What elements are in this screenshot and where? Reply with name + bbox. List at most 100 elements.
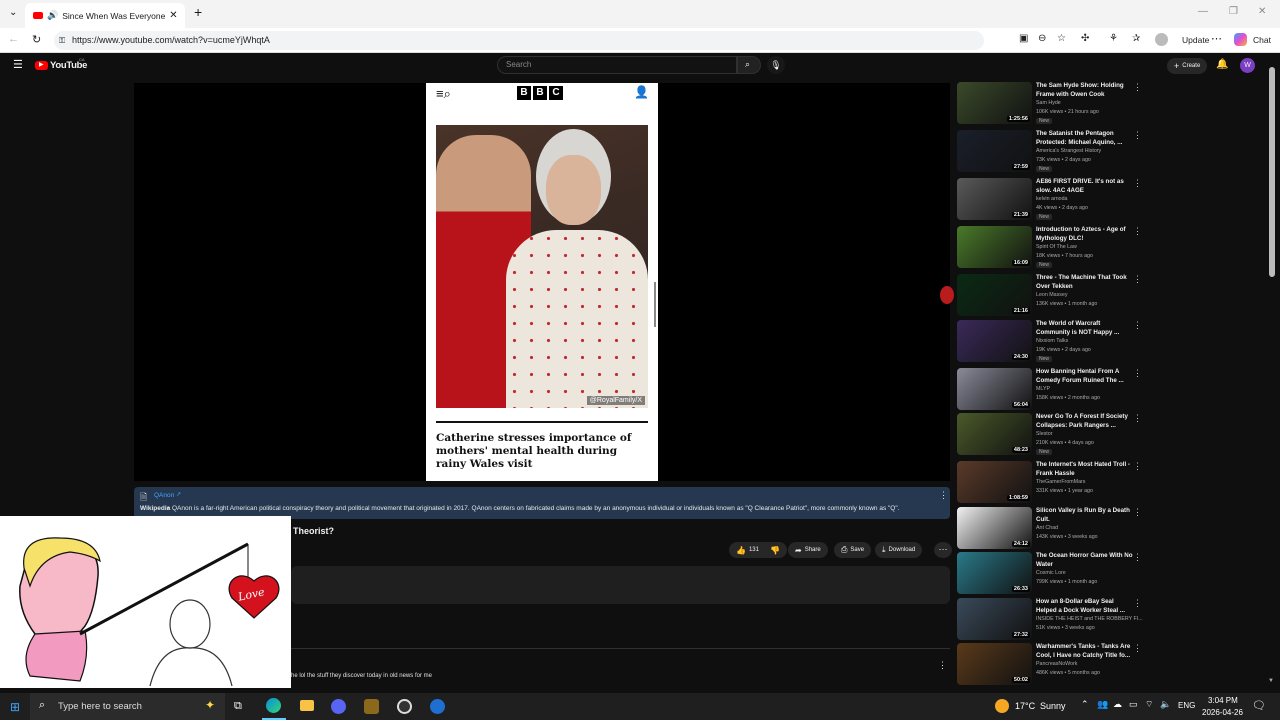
video-more-icon[interactable]: ⋮ <box>1133 274 1142 285</box>
video-thumbnail[interactable]: 56:04 <box>957 368 1032 410</box>
related-video-title[interactable]: Introduction to Aztecs - Age of Mytholog… <box>1036 226 1136 244</box>
related-video-title[interactable]: The Internet's Most Hated Troll - Frank … <box>1036 461 1136 479</box>
related-video-item[interactable]: 1:25:56 The Sam Hyde Show: Holding Frame … <box>957 82 1147 128</box>
related-video-title[interactable]: The Ocean Horror Game With No Water <box>1036 552 1136 570</box>
back-icon[interactable]: ← <box>8 33 19 45</box>
more-menu-icon[interactable]: ⋯ <box>1211 32 1222 45</box>
page-scrollbar[interactable] <box>1269 67 1275 277</box>
profile-icon[interactable] <box>1155 33 1168 46</box>
tab-list-chevron-icon[interactable]: ⌄ <box>9 7 17 18</box>
video-more-icon[interactable]: ⋮ <box>1133 82 1142 93</box>
related-video-title[interactable]: How an 8-Dollar eBay Seal Helped a Dock … <box>1036 598 1136 616</box>
video-more-icon[interactable]: ⋮ <box>1133 552 1142 563</box>
notifications-bell-icon[interactable]: 🔔 <box>1216 59 1228 70</box>
browser-essentials-icon[interactable]: ⚘ <box>1109 33 1118 44</box>
video-thumbnail[interactable]: 21:39 <box>957 178 1032 220</box>
tab-close-icon[interactable]: ✕ <box>169 10 177 21</box>
related-video-item[interactable]: 21:16 Three - The Machine That Took Over … <box>957 274 1147 320</box>
file-explorer-icon[interactable] <box>300 700 314 711</box>
save-button[interactable]: ⎙ Save <box>834 542 872 558</box>
video-thumbnail[interactable]: 27:32 <box>957 598 1032 640</box>
app-icon[interactable] <box>430 699 445 714</box>
browser-tab[interactable]: 🔊 Since When Was Everyone a C ✕ <box>25 3 185 28</box>
video-thumbnail[interactable]: 50:02 <box>957 643 1032 685</box>
zoom-icon[interactable]: ⊖ <box>1038 33 1046 44</box>
voice-search-icon[interactable]: 🎙 <box>767 56 785 74</box>
video-thumbnail[interactable]: 1:08:59 <box>957 461 1032 503</box>
related-video-item[interactable]: 50:02 Warhammer's Tanks - Tanks Are Cool,… <box>957 643 1147 689</box>
update-button[interactable]: Update <box>1182 35 1209 45</box>
wow-icon[interactable] <box>364 699 379 714</box>
video-more-icon[interactable]: ⋮ <box>1133 598 1142 609</box>
video-thumbnail[interactable]: 48:23 <box>957 413 1032 455</box>
related-video-item[interactable]: 21:39 AE86 FIRST DRIVE. It's not as slow.… <box>957 178 1147 224</box>
video-thumbnail[interactable]: 24:12 <box>957 507 1032 549</box>
related-video-item[interactable]: 27:32 How an 8-Dollar eBay Seal Helped a … <box>957 598 1147 644</box>
close-window-icon[interactable]: ✕ <box>1258 6 1266 17</box>
related-video-item[interactable]: 24:30 The World of Warcraft Community is … <box>957 320 1147 366</box>
edge-taskbar-icon[interactable] <box>262 693 286 720</box>
comment-more-icon[interactable]: ⋮ <box>938 660 947 671</box>
related-video-item[interactable]: 26:33 The Ocean Horror Game With No Water… <box>957 552 1147 598</box>
scrollbar-down-arrow-icon[interactable]: ▼ <box>1268 678 1274 684</box>
video-more-icon[interactable]: ⋮ <box>1133 130 1142 141</box>
language-indicator[interactable]: ENG <box>1178 701 1195 710</box>
related-video-item[interactable]: 24:12 Silicon Valley is Run By a Death Cu… <box>957 507 1147 553</box>
new-tab-icon[interactable]: + <box>194 4 202 20</box>
related-video-title[interactable]: Warhammer's Tanks - Tanks Are Cool, I Ha… <box>1036 643 1136 661</box>
description-box[interactable] <box>291 566 950 604</box>
temperature[interactable]: 17°C <box>1015 701 1035 711</box>
create-button[interactable]: + Create <box>1167 58 1208 74</box>
search-button[interactable]: ⌕ <box>737 56 761 74</box>
favorites-icon[interactable]: ✰ <box>1132 33 1140 44</box>
video-more-icon[interactable]: ⋮ <box>1133 507 1142 518</box>
related-video-item[interactable]: 27:59 The Satanist the Pentagon Protected… <box>957 130 1147 176</box>
copilot-icon[interactable] <box>1234 33 1247 46</box>
video-more-icon[interactable]: ⋮ <box>1133 461 1142 472</box>
related-video-item[interactable]: 16:09 Introduction to Aztecs - Age of Myt… <box>957 226 1147 272</box>
tray-network-icon[interactable]: ☁ <box>1113 699 1122 710</box>
video-more-icon[interactable]: ⋮ <box>1133 178 1142 189</box>
related-video-item[interactable]: 56:04 How Banning Hentai From A Comedy Fo… <box>957 368 1147 414</box>
video-more-icon[interactable]: ⋮ <box>1133 413 1142 424</box>
tray-display-icon[interactable]: ▭ <box>1129 699 1138 710</box>
minimize-icon[interactable]: — <box>1198 6 1208 17</box>
tray-wifi-icon[interactable]: ⌔ <box>1145 699 1153 710</box>
search-input[interactable]: Search <box>497 56 737 74</box>
video-more-icon[interactable]: ⋮ <box>1133 226 1142 237</box>
video-thumbnail[interactable]: 16:09 <box>957 226 1032 268</box>
site-info-icon[interactable]: ⚿ <box>59 31 65 50</box>
video-more-icon[interactable]: ⋮ <box>1133 643 1142 654</box>
video-more-icon[interactable]: ⋮ <box>1133 368 1142 379</box>
related-video-title[interactable]: The Sam Hyde Show: Holding Frame with Ow… <box>1036 82 1136 100</box>
account-avatar[interactable]: W <box>1240 58 1255 73</box>
split-screen-icon[interactable]: ▣ <box>1019 33 1028 44</box>
download-button[interactable]: ⤓ Download <box>875 542 923 558</box>
info-panel-more-icon[interactable]: ⋮ <box>939 490 948 501</box>
clock-time[interactable]: 3:04 PM <box>1208 696 1238 705</box>
tray-volume-icon[interactable]: 🔈 <box>1160 699 1171 710</box>
windows-start-icon[interactable]: ⊞ <box>10 700 20 714</box>
like-button[interactable]: 👍 131 <box>729 542 766 558</box>
video-thumbnail[interactable]: 1:25:56 <box>957 82 1032 124</box>
chat-button[interactable]: Chat <box>1253 35 1271 45</box>
restore-icon[interactable]: ❐ <box>1229 6 1238 17</box>
related-video-title[interactable]: AE86 FIRST DRIVE. It's not as slow. 4AC … <box>1036 178 1136 196</box>
related-video-item[interactable]: 48:23 Never Go To A Forest If Society Col… <box>957 413 1147 459</box>
task-view-icon[interactable]: ⧉ <box>234 700 242 713</box>
dislike-button[interactable]: 👎 <box>763 542 787 558</box>
tray-people-icon[interactable]: 👥 <box>1097 699 1108 710</box>
video-thumbnail[interactable]: 27:59 <box>957 130 1032 172</box>
taskbar-search-box[interactable]: ⌕ Type here to search ✦ <box>30 693 225 720</box>
video-thumbnail[interactable]: 24:30 <box>957 320 1032 362</box>
url-field[interactable]: ⚿ https://www.youtube.com/watch?v=ucmeYj… <box>54 31 984 50</box>
favorite-star-icon[interactable]: ☆ <box>1057 33 1066 44</box>
audio-playing-icon[interactable]: 🔊 <box>47 10 58 21</box>
related-video-title[interactable]: The World of Warcraft Community is NOT H… <box>1036 320 1136 338</box>
related-video-title[interactable]: How Banning Hentai From A Comedy Forum R… <box>1036 368 1136 386</box>
video-more-icon[interactable]: ⋮ <box>1133 320 1142 331</box>
share-button[interactable]: ➦ Share <box>788 542 828 558</box>
related-video-title[interactable]: Silicon Valley is Run By a Death Cult. <box>1036 507 1136 525</box>
notification-center-icon[interactable]: 🗨 <box>1252 699 1266 712</box>
obs-icon[interactable] <box>397 699 412 714</box>
